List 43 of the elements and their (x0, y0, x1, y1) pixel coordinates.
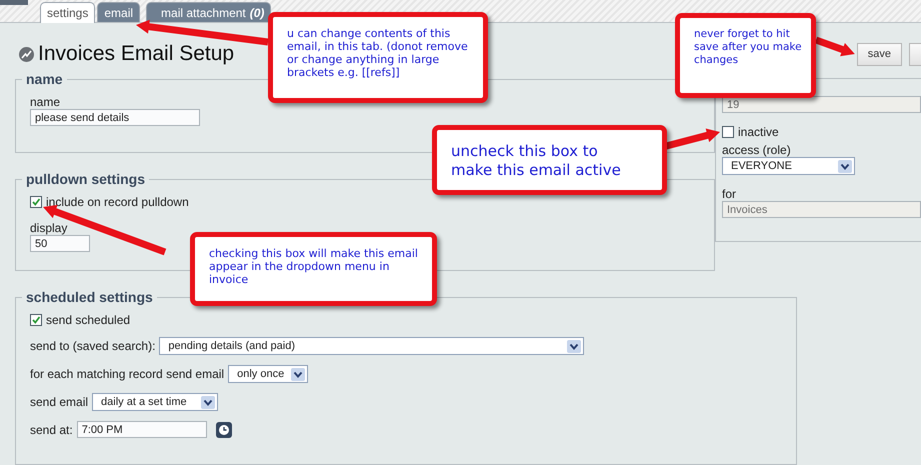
callout-note: never forget to hit save after you make changes (675, 13, 816, 98)
field-label: send to (saved search): (30, 339, 156, 353)
input-field: 19 (722, 96, 921, 113)
arrow (814, 36, 855, 56)
checkbox[interactable] (30, 196, 42, 208)
section-legend: name (22, 71, 67, 87)
callout-note: checking this box will make this email appear in the dropdown menu in invoice (190, 232, 437, 306)
chevron-down-icon (291, 368, 306, 380)
field-label: send at: (30, 422, 73, 436)
field-label: display (30, 221, 68, 235)
input-field: Invoices (722, 201, 921, 218)
checkbox-label: send scheduled (46, 313, 130, 327)
tab[interactable]: email (97, 2, 140, 22)
field-label: access (role) (722, 143, 792, 157)
chevron-down-icon (567, 340, 582, 352)
panel-edge (0, 0, 28, 5)
time-field[interactable]: 7:00 PM (76, 421, 207, 438)
save-button[interactable]: save (856, 42, 902, 66)
chevron-down-icon (201, 396, 216, 408)
dropdown[interactable]: daily at a set time (92, 393, 218, 411)
clock-icon[interactable] (216, 422, 232, 438)
field-label: send email (30, 395, 88, 409)
dropdown[interactable]: only once (228, 365, 308, 383)
field-label: for each matching record send email (30, 367, 224, 381)
dropdown[interactable]: pending details (and paid) (159, 337, 584, 355)
checkbox[interactable] (30, 314, 42, 326)
callout-note: u can change contents of this email, in this tab. (donot remove or change anything in large brackets e.g. [[refs]] (268, 12, 488, 103)
field-label: for (722, 187, 738, 201)
checkbox-label: include on record pulldown (46, 195, 189, 209)
tab[interactable]: settings (40, 2, 96, 23)
page-title: Invoices Email Setup (38, 42, 234, 66)
field-label: name (30, 95, 62, 109)
callout-note: uncheck this box to make this email active (432, 125, 667, 195)
chart-icon (19, 46, 34, 62)
input-field[interactable]: 50 (30, 235, 90, 252)
dropdown[interactable]: EVERYONE (722, 157, 855, 175)
tab[interactable]: mail attachment (0) (146, 2, 272, 22)
checkbox-label: inactive (738, 125, 779, 139)
section-legend: pulldown settings (22, 171, 149, 187)
section-legend: scheduled settings (22, 289, 157, 305)
chevron-down-icon (838, 160, 852, 172)
input-field[interactable]: please send details (30, 109, 200, 126)
checkbox[interactable] (722, 126, 734, 138)
